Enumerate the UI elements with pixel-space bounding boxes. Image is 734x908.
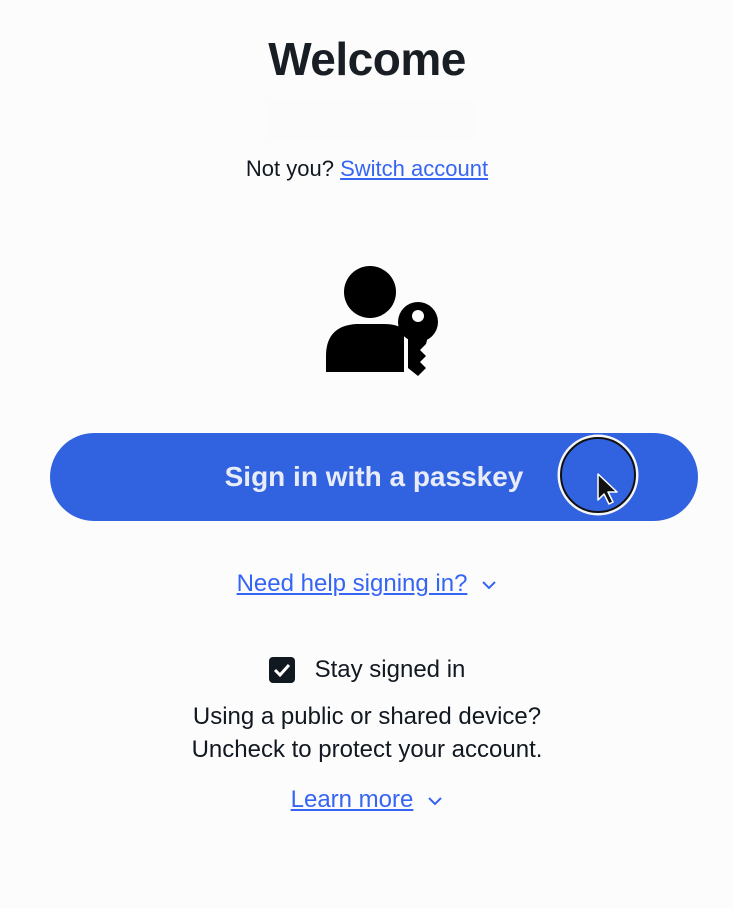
- shared-device-info: Using a public or shared device? Uncheck…: [0, 700, 734, 766]
- stay-signed-in-row: Stay signed in: [0, 656, 734, 684]
- check-icon: [273, 663, 290, 677]
- user-key-icon: [322, 264, 442, 376]
- switch-account-link[interactable]: Switch account: [340, 156, 488, 181]
- account-identifier: [268, 100, 474, 140]
- info-line-2: Uncheck to protect your account.: [191, 736, 543, 763]
- learn-more-link[interactable]: Learn more: [291, 786, 414, 813]
- info-line-1: Using a public or shared device?: [192, 703, 542, 730]
- switch-account-row: Not you? Switch account: [0, 156, 734, 182]
- not-you-text: Not you?: [245, 156, 334, 181]
- chevron-down-icon[interactable]: [427, 796, 443, 806]
- help-row: Need help signing in?: [0, 570, 734, 598]
- page-title: Welcome: [268, 33, 466, 85]
- stay-signed-in-label: Stay signed in: [314, 656, 466, 683]
- stay-signed-in-checkbox[interactable]: [268, 657, 295, 683]
- learn-more-row: Learn more: [0, 786, 734, 814]
- sign-in-passkey-button[interactable]: Sign in with a passkey: [50, 433, 698, 521]
- need-help-link[interactable]: Need help signing in?: [237, 570, 468, 597]
- chevron-down-icon[interactable]: [481, 580, 497, 590]
